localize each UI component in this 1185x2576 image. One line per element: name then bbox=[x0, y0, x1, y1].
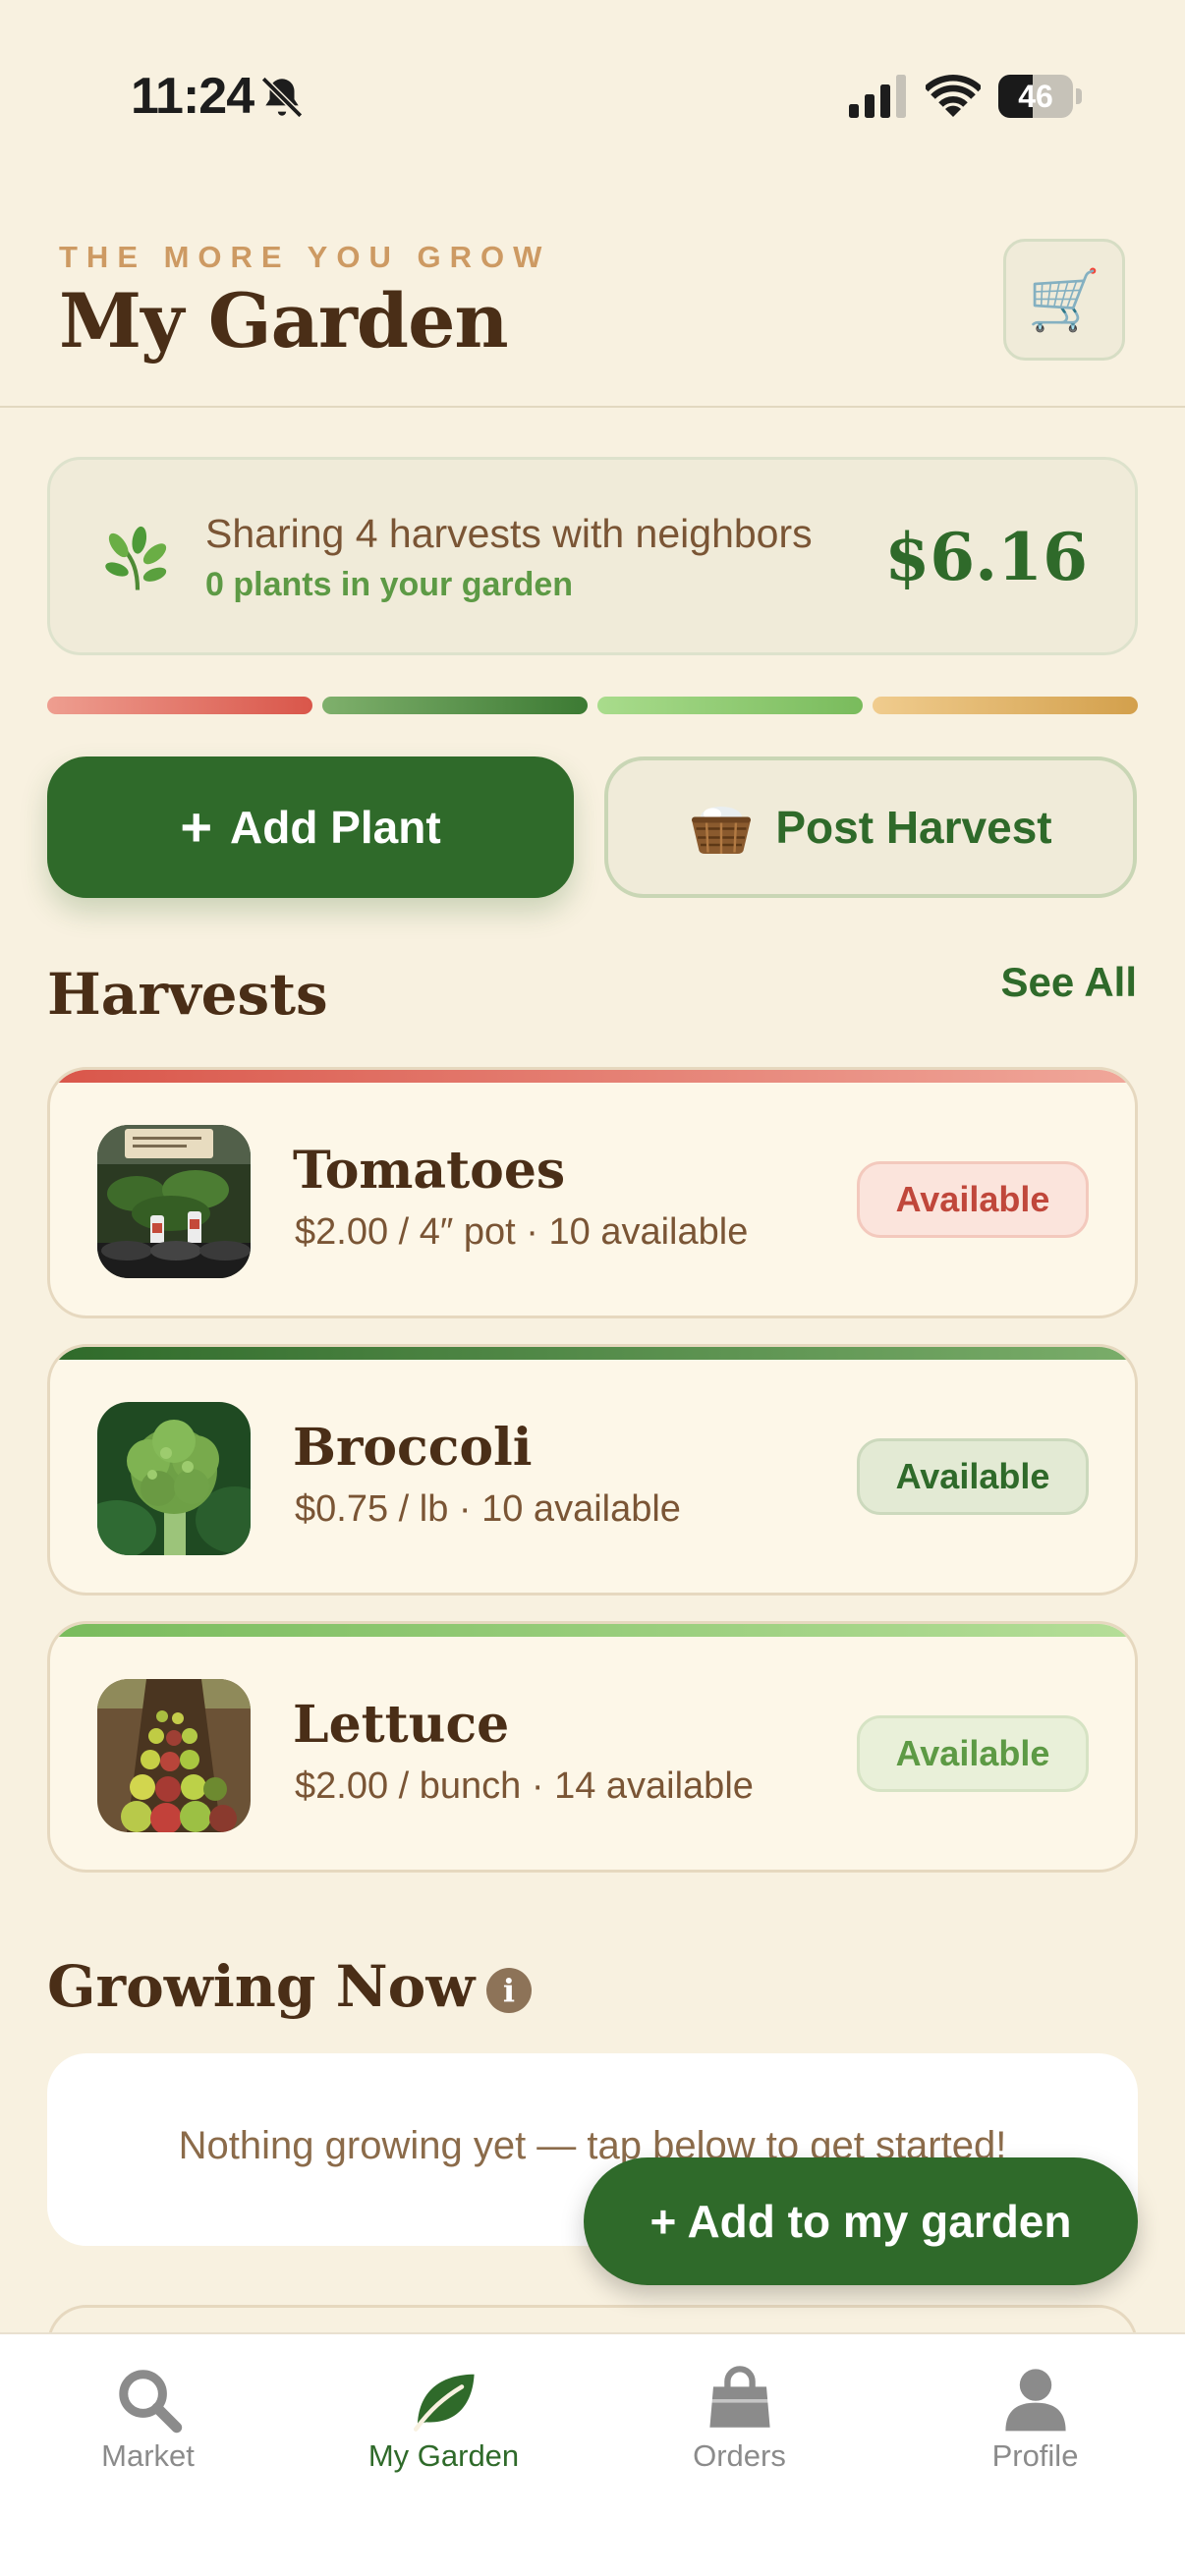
battery-level: 46 bbox=[1018, 79, 1053, 114]
wifi-icon bbox=[926, 75, 981, 117]
card-accent-bar bbox=[50, 1624, 1135, 1637]
add-plant-button[interactable]: + Add Plant bbox=[47, 756, 574, 898]
add-plant-label: Add Plant bbox=[230, 802, 441, 853]
herb-icon bbox=[105, 526, 167, 590]
bag-icon bbox=[708, 2366, 770, 2428]
plant-count-text: 0 plants in your garden bbox=[205, 566, 574, 603]
status-badge: Available bbox=[857, 1715, 1089, 1792]
person-icon bbox=[1004, 2369, 1066, 2432]
info-icon[interactable]: i bbox=[486, 1968, 532, 2013]
tab-profile[interactable]: Profile bbox=[887, 2334, 1183, 2482]
color-stripes bbox=[47, 697, 1138, 714]
tab-bar: Market My Garden Orders Profile bbox=[0, 2332, 1185, 2576]
tab-label: Orders bbox=[693, 2438, 786, 2473]
bell-muted-icon bbox=[260, 76, 304, 119]
plus-icon: + bbox=[180, 796, 213, 858]
search-icon bbox=[118, 2370, 182, 2434]
cart-icon: 🛒 bbox=[1027, 266, 1101, 333]
battery-icon: 46 bbox=[998, 75, 1082, 118]
basket-icon bbox=[692, 807, 752, 854]
stripe-light-green bbox=[597, 697, 863, 714]
harvest-name: Lettuce bbox=[293, 1695, 510, 1755]
harvest-price-qty: $2.00 / 4″ pot · 10 available bbox=[295, 1211, 749, 1253]
stripe-dark-green bbox=[322, 697, 588, 714]
tab-market[interactable]: Market bbox=[0, 2334, 296, 2482]
cellular-signal-icon bbox=[849, 75, 906, 118]
status-badge: Available bbox=[857, 1161, 1089, 1238]
header-divider bbox=[0, 406, 1185, 408]
header-eyebrow: THE MORE YOU GROW bbox=[59, 240, 551, 274]
status-badge: Available bbox=[857, 1438, 1089, 1515]
status-time: 11:24 bbox=[131, 68, 254, 125]
tab-my-garden[interactable]: My Garden bbox=[296, 2334, 592, 2482]
harvest-card-tomatoes[interactable]: Tomatoes $2.00 / 4″ pot · 10 available A… bbox=[47, 1067, 1138, 1318]
lettuce-thumbnail bbox=[97, 1679, 251, 1832]
tab-label: Market bbox=[101, 2438, 195, 2473]
growing-now-title: Growing Now bbox=[47, 1953, 476, 2020]
harvest-card-broccoli[interactable]: Broccoli $0.75 / lb · 10 available Avail… bbox=[47, 1344, 1138, 1596]
see-all-link[interactable]: See All bbox=[1000, 959, 1137, 1006]
tab-label: My Garden bbox=[367, 2438, 520, 2473]
sharing-summary-card: Sharing 4 harvests with neighbors 0 plan… bbox=[47, 457, 1138, 655]
harvest-card-lettuce[interactable]: Lettuce $2.00 / bunch · 14 available Ava… bbox=[47, 1621, 1138, 1873]
harvest-price-qty: $0.75 / lb · 10 available bbox=[295, 1488, 681, 1530]
tab-orders[interactable]: Orders bbox=[592, 2334, 887, 2482]
harvest-price-qty: $2.00 / bunch · 14 available bbox=[295, 1765, 754, 1807]
post-harvest-label: Post Harvest bbox=[775, 802, 1052, 853]
sharing-count-text: Sharing 4 harvests with neighbors bbox=[205, 511, 813, 556]
leaf-icon bbox=[413, 2374, 475, 2432]
earnings-amount: $6.16 bbox=[884, 519, 1088, 595]
card-accent-bar bbox=[50, 1070, 1135, 1083]
cart-button[interactable]: 🛒 bbox=[1003, 239, 1125, 361]
harvest-name: Tomatoes bbox=[293, 1141, 566, 1201]
harvests-title: Harvests bbox=[47, 961, 328, 1028]
card-accent-bar bbox=[50, 1347, 1135, 1360]
broccoli-thumbnail bbox=[97, 1402, 251, 1555]
page-title: My Garden bbox=[59, 277, 509, 364]
tomatoes-thumbnail bbox=[97, 1125, 251, 1278]
stripe-gold bbox=[873, 697, 1138, 714]
status-bar: 11:24 46 bbox=[0, 0, 1185, 187]
add-to-garden-button[interactable]: + Add to my garden bbox=[584, 2157, 1138, 2285]
tab-label: Profile bbox=[991, 2438, 1079, 2473]
stripe-red bbox=[47, 697, 312, 714]
harvest-name: Broccoli bbox=[293, 1418, 533, 1478]
post-harvest-button[interactable]: Post Harvest bbox=[604, 756, 1137, 898]
